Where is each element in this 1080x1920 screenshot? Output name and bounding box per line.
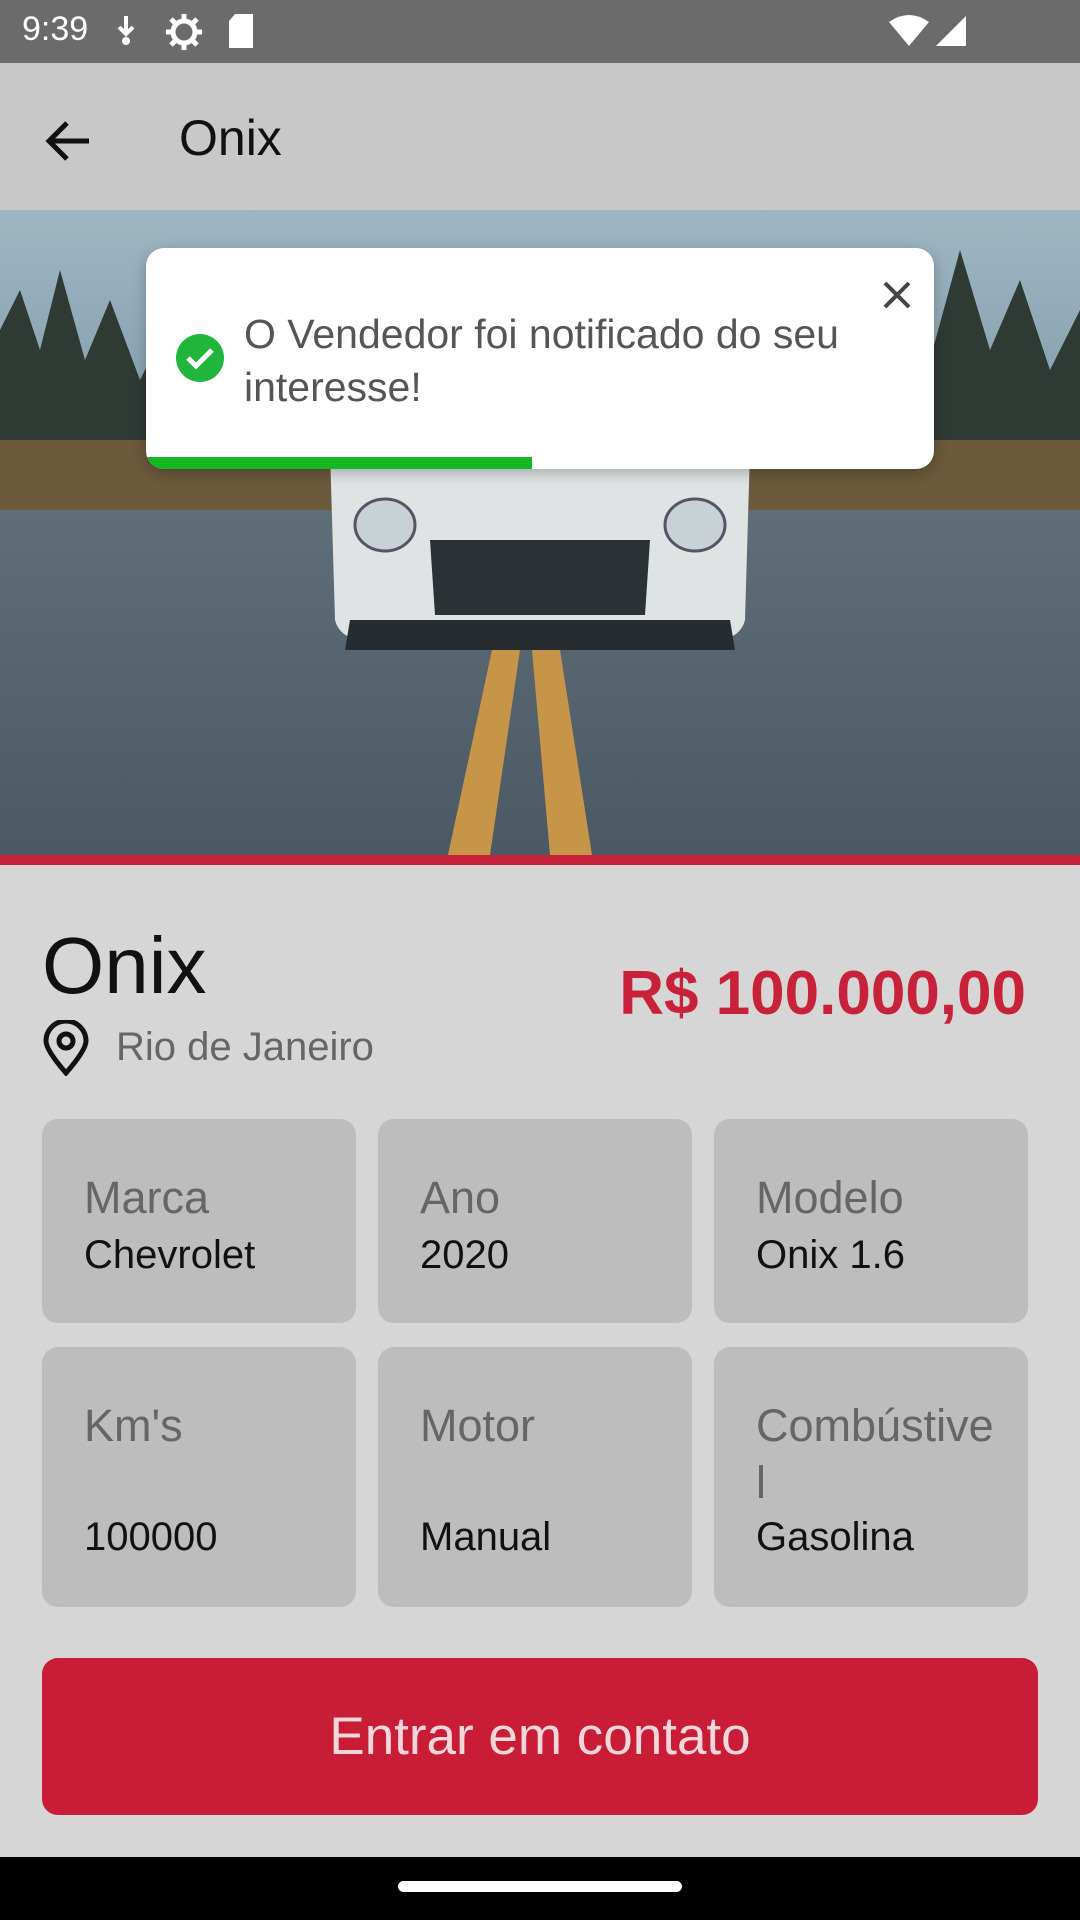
spec-card-ano: Ano 2020 bbox=[378, 1119, 692, 1323]
back-button[interactable] bbox=[30, 103, 106, 179]
status-bar: 9:39 bbox=[0, 0, 1080, 63]
spec-card-motor: Motor Manual bbox=[378, 1347, 692, 1607]
settings-icon bbox=[164, 12, 204, 57]
spec-value: Onix 1.6 bbox=[756, 1233, 905, 1277]
spec-value: Manual bbox=[420, 1515, 552, 1559]
car-name: Onix bbox=[42, 921, 207, 1010]
notification-toast: O Vendedor foi notificado do seu interes… bbox=[146, 248, 934, 469]
hero-divider bbox=[0, 855, 1080, 865]
spec-card-kms: Km's 100000 bbox=[42, 1347, 356, 1607]
download-icon bbox=[112, 12, 140, 53]
spec-label: Marca bbox=[84, 1172, 210, 1223]
spec-value: 100000 bbox=[84, 1515, 218, 1559]
spec-label: Ano bbox=[420, 1172, 501, 1223]
sd-card-icon bbox=[226, 12, 256, 55]
spec-value: Chevrolet bbox=[84, 1233, 256, 1277]
home-gesture-handle[interactable] bbox=[398, 1881, 682, 1892]
wifi-icon bbox=[888, 14, 930, 53]
location-pin-icon bbox=[42, 1018, 94, 1077]
signal-icon bbox=[934, 14, 968, 53]
spec-label: Motor bbox=[420, 1400, 536, 1451]
spec-card-marca: Marca Chevrolet bbox=[42, 1119, 356, 1323]
toast-message: O Vendedor foi notificado do seu interes… bbox=[244, 311, 839, 410]
spec-value: Gasolina bbox=[756, 1515, 914, 1559]
spec-label: Modelo bbox=[756, 1172, 904, 1223]
check-circle-icon bbox=[176, 334, 224, 382]
app-bar: Onix bbox=[0, 63, 1080, 210]
close-button[interactable] bbox=[874, 272, 920, 318]
location-label: Rio de Janeiro bbox=[116, 1025, 374, 1069]
spec-card-combustivel: Combústivel Gasolina bbox=[714, 1347, 1028, 1607]
arrow-back-icon bbox=[45, 121, 89, 161]
navigation-bar bbox=[0, 1857, 1080, 1920]
page-title: Onix bbox=[179, 110, 282, 166]
status-time: 9:39 bbox=[22, 10, 89, 48]
spec-card-modelo: Modelo Onix 1.6 bbox=[714, 1119, 1028, 1323]
spec-label: Km's bbox=[84, 1400, 183, 1451]
spec-label: Combústivel bbox=[756, 1400, 994, 1508]
close-icon bbox=[883, 281, 911, 309]
toast-progress-bar bbox=[146, 457, 533, 469]
contact-button[interactable]: Entrar em contato bbox=[42, 1658, 1038, 1815]
spec-value: 2020 bbox=[420, 1233, 509, 1277]
price-label: R$ 100.000,00 bbox=[619, 959, 1026, 1028]
